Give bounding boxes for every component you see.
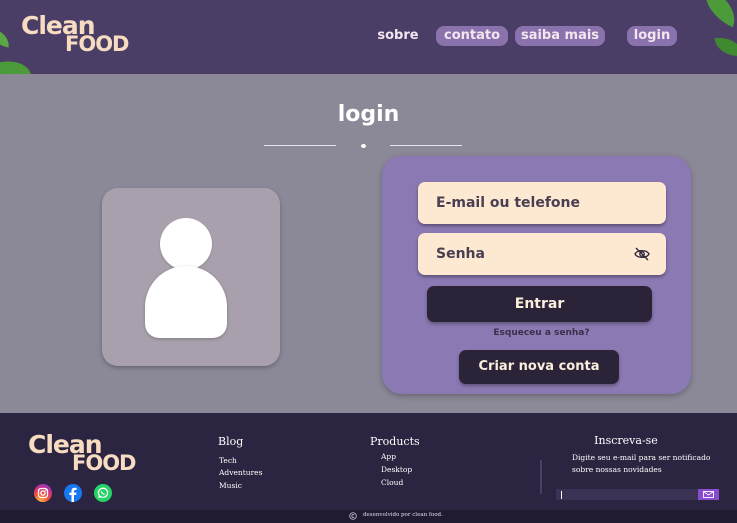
instagram-icon[interactable] [34,484,52,502]
footer-separator [540,460,542,494]
nav-link-saiba-mais[interactable]: saiba mais [515,26,605,46]
whatsapp-icon[interactable] [94,484,112,502]
enter-button[interactable]: Entrar [427,286,652,322]
login-form: Entrar Esqueceu a senha? Criar nova cont… [382,156,691,394]
avatar-placeholder [102,188,280,366]
forgot-password-link[interactable]: Esqueceu a senha? [382,328,701,338]
title-divider [390,145,462,146]
avatar-body [145,266,227,338]
footer-logo[interactable]: Clean FOOD [28,432,136,475]
password-field[interactable] [418,233,666,275]
copyright-text: desenvolvido por clean food. [363,512,443,518]
avatar-head [160,218,212,270]
footer-blog-link-music[interactable]: Music [219,481,242,490]
leaf-decoration [0,28,12,48]
footer-blog-link-tech[interactable]: Tech [219,456,237,465]
logo[interactable]: Clean FOOD [21,13,129,56]
logo-line2: FOOD [72,451,136,475]
footer-products-link-desktop[interactable]: Desktop [381,465,412,474]
logo-line2: FOOD [65,32,129,56]
facebook-icon[interactable] [64,484,82,502]
password-input[interactable] [418,233,666,275]
email-field[interactable] [418,182,666,224]
create-account-button[interactable]: Criar nova conta [459,350,619,384]
subscribe-email-input[interactable] [556,489,698,500]
leaf-decoration [714,33,737,61]
subscribe-description: Digite seu e-mail para ser notificado so… [572,453,711,474]
footer-blog-link-adventures[interactable]: Adventures [219,468,262,477]
nav-link-contato[interactable]: contato [436,26,508,46]
title-divider [264,145,336,146]
subscribe-title: Inscreva-se [594,434,658,447]
mail-icon [703,491,714,498]
leaf-decoration [0,52,31,74]
footer-products-link-cloud[interactable]: Cloud [381,478,403,487]
page-title: login [337,102,400,127]
footer-products-title: Products [370,435,420,448]
title-divider-dot [361,144,366,148]
text-cursor [561,491,562,499]
copyright-icon [349,512,357,520]
leaf-decoration [696,0,737,28]
footer-blog-title: Blog [218,435,244,448]
subscribe-button[interactable] [698,489,719,500]
email-input[interactable] [418,182,666,224]
nav-link-login[interactable]: login [627,26,677,46]
footer-products-link-app[interactable]: App [381,452,396,461]
eye-slash-icon[interactable] [634,246,650,262]
nav-link-sobre[interactable]: sobre [376,26,420,46]
